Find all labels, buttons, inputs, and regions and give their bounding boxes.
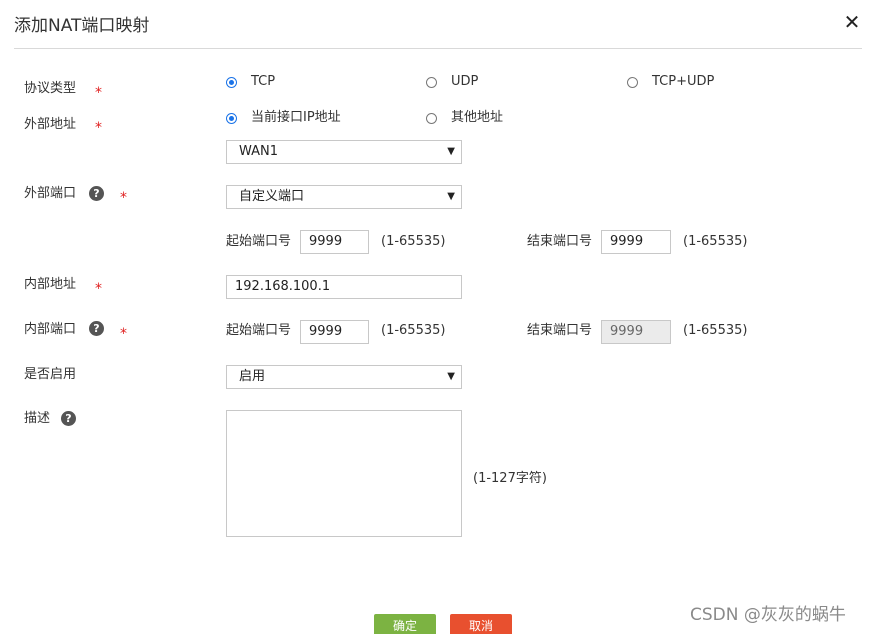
external-start-port-input[interactable]: 9999 <box>300 230 369 254</box>
radio-indicator[interactable] <box>426 112 437 124</box>
external-end-port-label: 结束端口号 <box>527 234 593 249</box>
internal-address-label: 内部地址 <box>24 277 77 292</box>
help-icon[interactable]: ? <box>89 186 104 201</box>
internal-start-port-input[interactable]: 9999 <box>300 320 369 344</box>
close-icon[interactable]: ✕ <box>842 10 862 34</box>
radio-protocol-tcp-udp-label: TCP+UDP <box>652 74 715 89</box>
external-end-port-range: (1-65535) <box>683 234 748 249</box>
radio-protocol-tcp-udp[interactable]: TCP+UDP <box>627 73 714 91</box>
radio-protocol-udp-label: UDP <box>451 74 479 89</box>
external-address-label: 外部地址 <box>24 117 77 132</box>
chevron-down-icon: ▼ <box>447 191 455 202</box>
chevron-down-icon: ▼ <box>447 146 455 157</box>
radio-indicator[interactable] <box>226 112 237 124</box>
internal-port-required-mark: * <box>120 326 127 342</box>
ok-button[interactable]: 确定 <box>374 614 436 634</box>
description-textarea[interactable] <box>226 410 462 537</box>
watermark: CSDN @灰灰的蜗牛 <box>690 605 846 625</box>
cancel-button[interactable]: 取消 <box>450 614 512 634</box>
dialog-title: 添加NAT端口映射 <box>14 16 150 36</box>
interface-select[interactable]: WAN1 ▼ <box>226 140 462 164</box>
description-limit: (1-127字符) <box>473 471 547 486</box>
protocol-label: 协议类型 <box>24 81 77 96</box>
radio-other-address[interactable]: 其他地址 <box>426 109 503 127</box>
radio-indicator[interactable] <box>226 76 237 88</box>
radio-protocol-udp[interactable]: UDP <box>426 73 478 91</box>
radio-protocol-tcp[interactable]: TCP <box>226 73 275 91</box>
external-end-port-input[interactable]: 9999 <box>601 230 671 254</box>
protocol-required-mark: * <box>95 85 102 101</box>
internal-port-label: 内部端口 <box>24 322 77 337</box>
external-start-port-range: (1-65535) <box>381 234 446 249</box>
internal-start-port-label: 起始端口号 <box>226 323 292 338</box>
port-mode-select[interactable]: 自定义端口 ▼ <box>226 185 462 209</box>
chevron-down-icon: ▼ <box>447 371 455 382</box>
radio-indicator[interactable] <box>627 76 638 88</box>
port-mode-select-value: 自定义端口 <box>239 189 305 204</box>
radio-protocol-tcp-label: TCP <box>251 74 276 89</box>
radio-indicator[interactable] <box>426 76 437 88</box>
description-label: 描述 <box>24 411 51 426</box>
help-icon[interactable]: ? <box>89 321 104 336</box>
interface-select-value: WAN1 <box>239 144 279 159</box>
external-start-port-label: 起始端口号 <box>226 234 292 249</box>
enabled-select-value: 启用 <box>239 369 266 384</box>
internal-end-port-label: 结束端口号 <box>527 323 593 338</box>
radio-current-interface-ip-label: 当前接口IP地址 <box>251 110 341 125</box>
internal-end-port-input: 9999 <box>601 320 671 344</box>
radio-other-address-label: 其他地址 <box>451 110 504 125</box>
enabled-label: 是否启用 <box>24 367 77 382</box>
external-address-required-mark: * <box>95 120 102 136</box>
header-divider <box>14 48 862 49</box>
internal-address-input[interactable]: 192.168.100.1 <box>226 275 462 299</box>
internal-end-port-range: (1-65535) <box>683 323 748 338</box>
help-icon[interactable]: ? <box>61 411 76 426</box>
internal-start-port-range: (1-65535) <box>381 323 446 338</box>
radio-current-interface-ip[interactable]: 当前接口IP地址 <box>226 109 341 127</box>
external-port-label: 外部端口 <box>24 186 77 201</box>
enabled-select[interactable]: 启用 ▼ <box>226 365 462 389</box>
internal-address-required-mark: * <box>95 281 102 297</box>
external-port-required-mark: * <box>120 190 127 206</box>
